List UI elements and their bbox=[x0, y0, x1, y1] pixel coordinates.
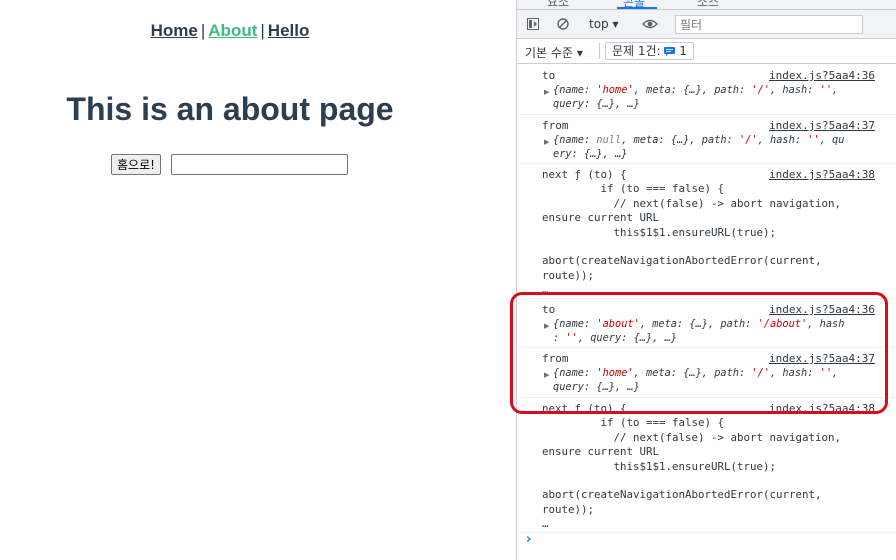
expand-arrow-icon[interactable]: ▶ bbox=[544, 322, 549, 330]
context-select[interactable]: top ▾ bbox=[589, 16, 619, 32]
console-message: index.js?5aa4:38 next ƒ (to) { if (to ==… bbox=[517, 163, 896, 299]
console-messages: to index.js?5aa4:36 ▶ {name: 'home', met… bbox=[517, 64, 896, 560]
source-link[interactable]: index.js?5aa4:37 bbox=[769, 119, 875, 132]
expand-arrow-icon[interactable]: ▶ bbox=[544, 88, 549, 96]
chevron-down-icon: ▾ bbox=[612, 17, 619, 31]
issues-button[interactable]: 문제 1건: 1 bbox=[605, 42, 694, 60]
console-message: from index.js?5aa4:37 ▶ {name: 'home', m… bbox=[517, 347, 896, 398]
console-message: to index.js?5aa4:36 ▶ {name: 'home', met… bbox=[517, 64, 896, 115]
function-preview[interactable]: next ƒ (to) { if (to === false) { // nex… bbox=[542, 402, 872, 532]
source-link[interactable]: index.js?5aa4:37 bbox=[769, 352, 875, 365]
console-message: index.js?5aa4:38 next ƒ (to) { if (to ==… bbox=[517, 397, 896, 533]
expand-arrow-icon[interactable]: ▶ bbox=[544, 138, 549, 146]
message-label: from bbox=[542, 119, 569, 132]
object-preview[interactable]: {name: 'home', meta: {…}, path: '/', has… bbox=[553, 83, 853, 111]
console-prompt-icon[interactable]: › bbox=[526, 532, 531, 547]
message-label: to bbox=[542, 303, 556, 316]
console-message: to index.js?5aa4:36 ▶ {name: 'about', me… bbox=[517, 298, 896, 348]
nav-link-hello[interactable]: Hello bbox=[268, 21, 310, 40]
context-value: top bbox=[589, 17, 609, 31]
nav-link-home[interactable]: Home bbox=[151, 21, 198, 40]
active-tab-indicator bbox=[617, 7, 657, 9]
tab-elements[interactable]: 요소 bbox=[547, 0, 569, 9]
devtools-tab-strip: 요소 콘솔 소스 bbox=[517, 0, 896, 10]
devtools-pane: 요소 콘솔 소스 top ▾ 기본 수준 ▾ 문제 1건: bbox=[516, 0, 896, 560]
source-link[interactable]: index.js?5aa4:36 bbox=[769, 69, 875, 82]
console-toolbar: top ▾ bbox=[517, 10, 896, 39]
function-preview[interactable]: next ƒ (to) { if (to === false) { // nex… bbox=[542, 168, 872, 298]
issues-count: 1 bbox=[679, 44, 687, 58]
text-input[interactable] bbox=[171, 154, 348, 175]
console-message: from index.js?5aa4:37 ▶ {name: null, met… bbox=[517, 114, 896, 164]
object-preview[interactable]: {name: 'about', meta: {…}, path: '/about… bbox=[553, 317, 853, 345]
nav-link-about[interactable]: About bbox=[208, 21, 257, 40]
message-icon bbox=[664, 47, 676, 56]
tab-sources[interactable]: 소스 bbox=[697, 0, 719, 9]
expand-arrow-icon[interactable]: ▶ bbox=[544, 371, 549, 379]
issues-label: 문제 1건: bbox=[612, 44, 661, 58]
log-levels-label: 기본 수준 bbox=[525, 46, 573, 60]
object-preview[interactable]: {name: null, meta: {…}, path: '/', hash:… bbox=[553, 133, 853, 161]
message-label: from bbox=[542, 352, 569, 365]
filter-input[interactable] bbox=[675, 15, 863, 34]
sidebar-toggle-icon[interactable] bbox=[527, 18, 539, 30]
divider bbox=[599, 43, 600, 59]
object-preview[interactable]: {name: 'home', meta: {…}, path: '/', has… bbox=[553, 366, 853, 394]
page-title: This is an about page bbox=[66, 91, 394, 127]
chevron-down-icon: ▾ bbox=[576, 46, 583, 60]
nav-separator: | bbox=[260, 21, 265, 40]
console-status-bar: 기본 수준 ▾ 문제 1건: 1 bbox=[517, 39, 896, 64]
source-link[interactable]: index.js?5aa4:36 bbox=[769, 303, 875, 316]
nav-separator: | bbox=[200, 21, 206, 40]
message-label: to bbox=[542, 69, 556, 82]
go-home-button[interactable]: 홈으로! bbox=[111, 154, 161, 175]
log-levels-dropdown[interactable]: 기본 수준 ▾ bbox=[525, 44, 583, 61]
eye-icon[interactable] bbox=[642, 18, 658, 30]
clear-console-icon[interactable] bbox=[557, 18, 569, 30]
app-pane: Home | About | Hello This is an about page 홈… bbox=[0, 0, 516, 560]
nav-bar: Home | About | Hello bbox=[0, 21, 460, 41]
